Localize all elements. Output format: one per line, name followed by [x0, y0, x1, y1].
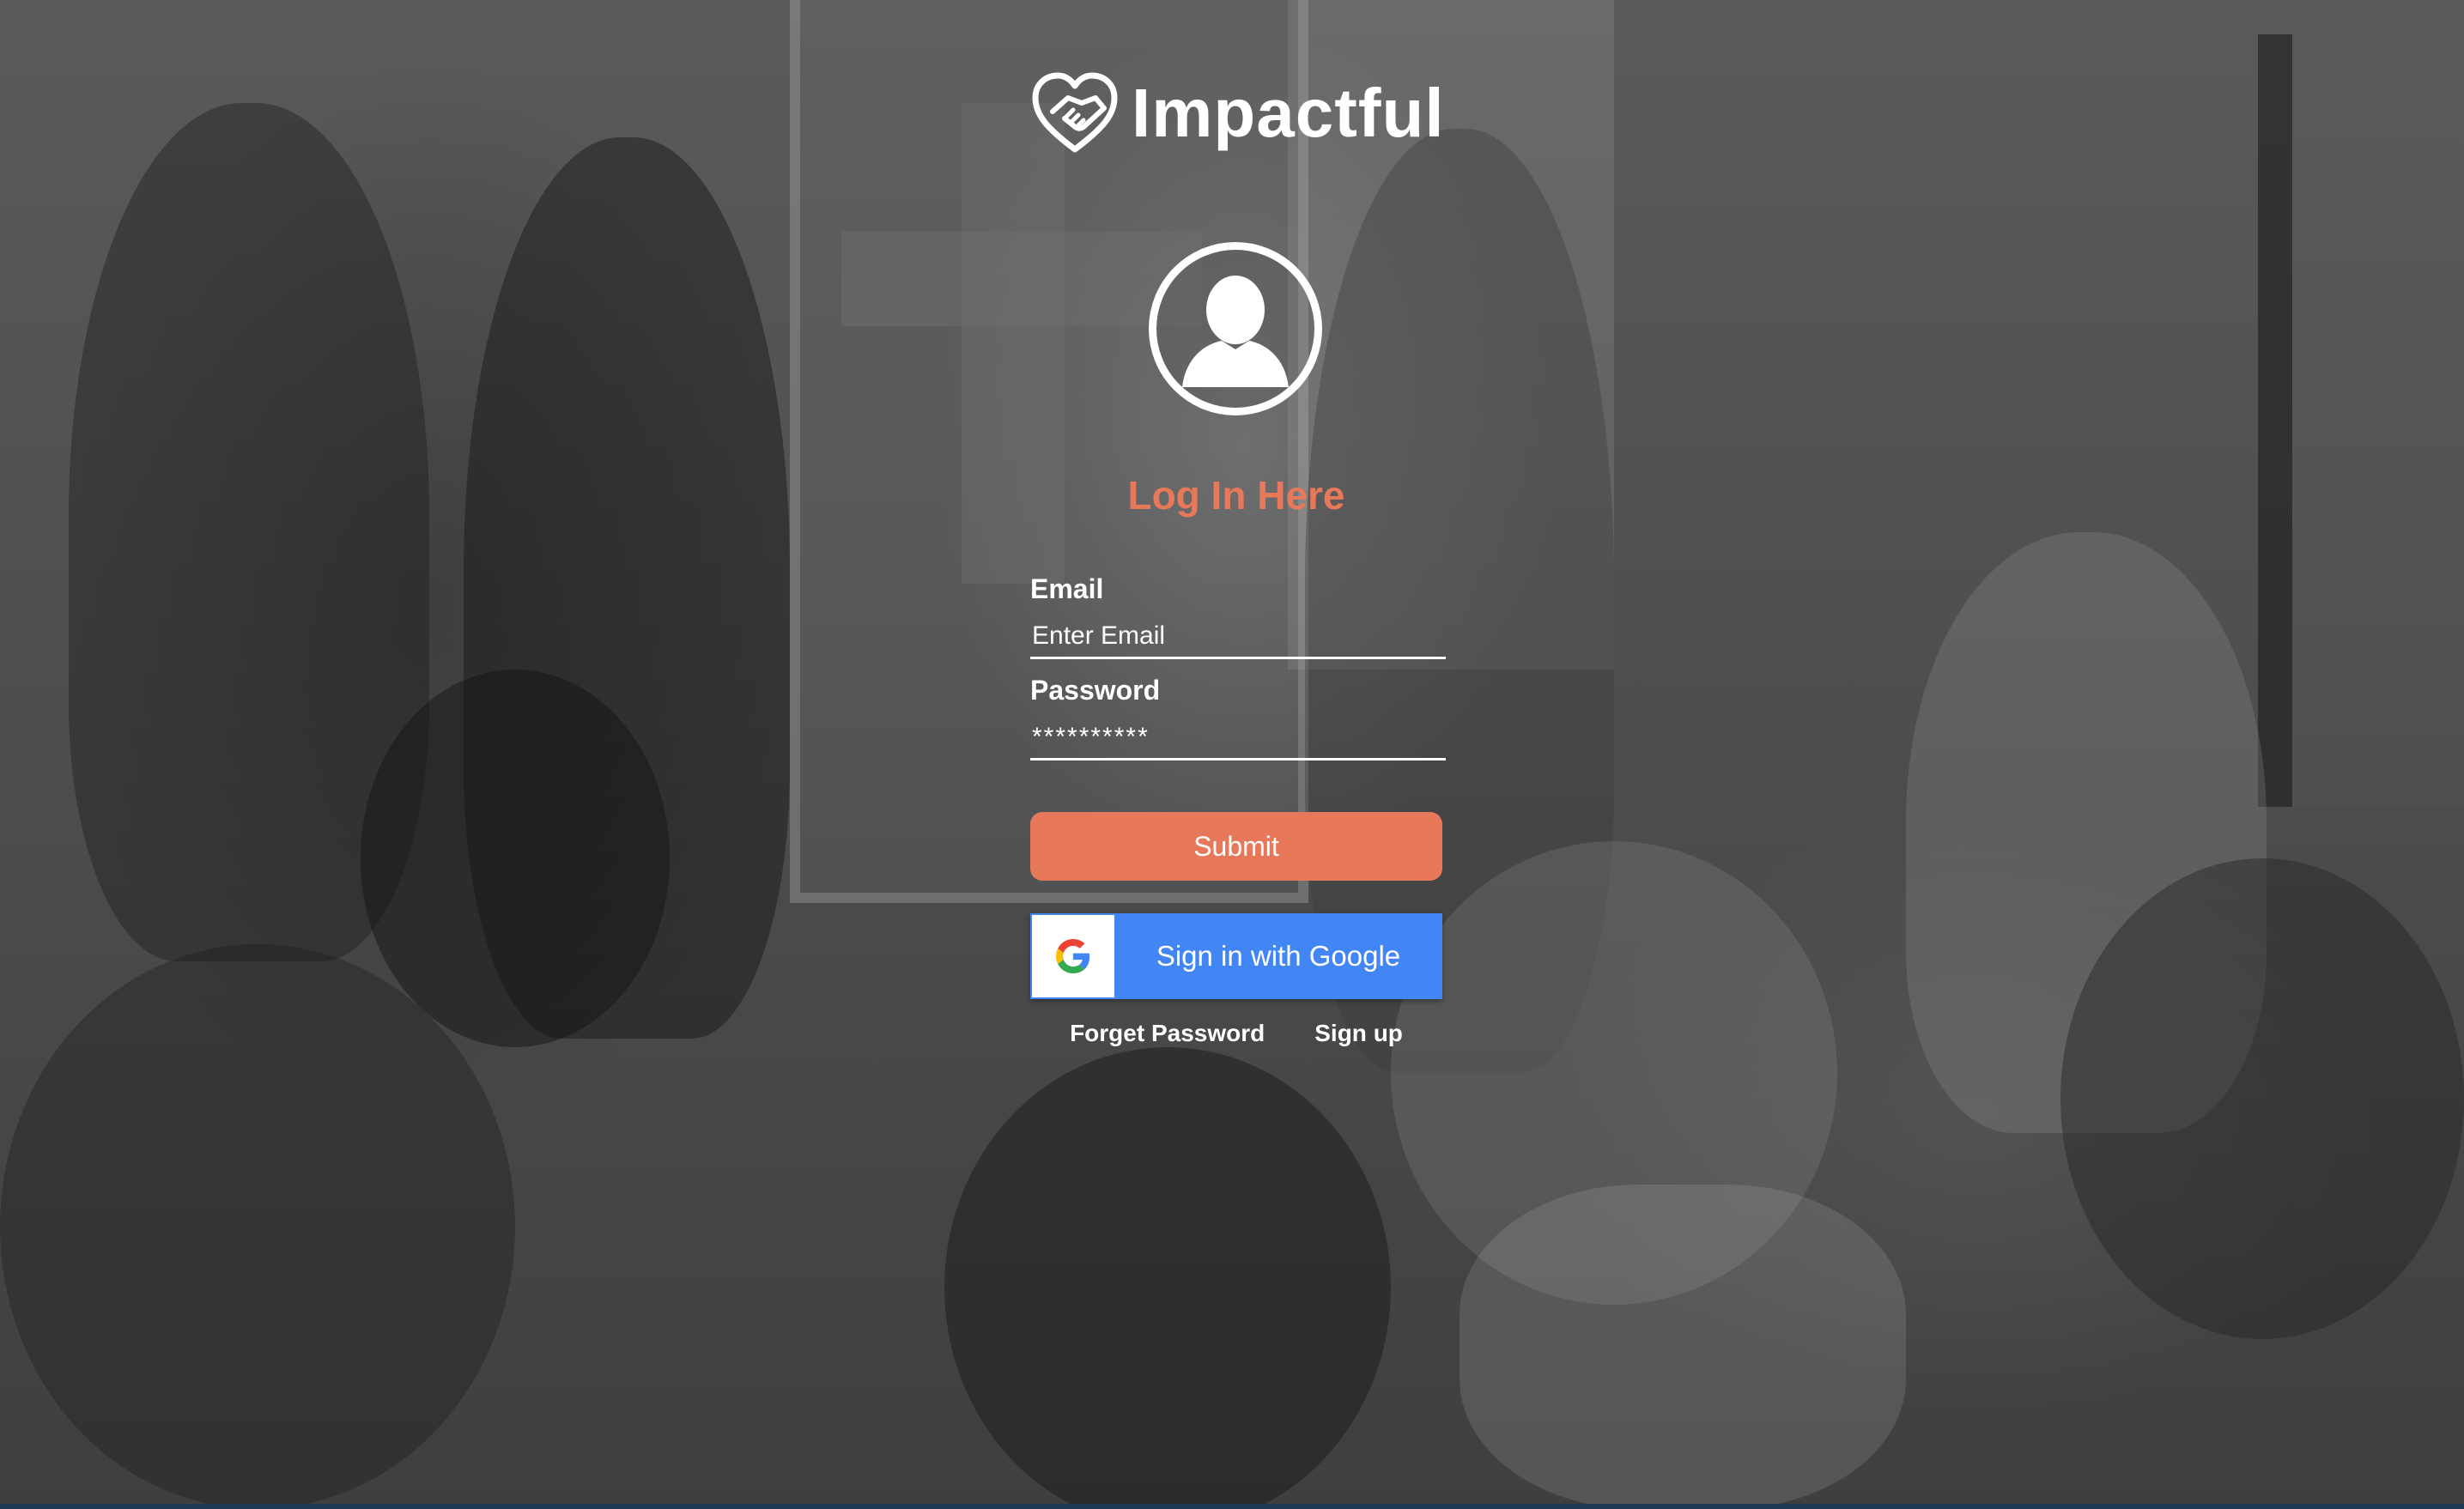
email-field[interactable]: [1030, 616, 1446, 659]
auth-links: Forget Password Sign up: [1030, 1020, 1442, 1047]
brand-name: Impactful: [1132, 75, 1445, 151]
google-signin-label: Sign in with Google: [1156, 940, 1401, 972]
login-heading: Log In Here: [1127, 473, 1345, 518]
heart-handshake-icon: [1030, 72, 1120, 155]
bottom-border: [0, 1504, 2464, 1509]
google-signin-button[interactable]: Sign in with Google: [1030, 913, 1442, 999]
forgot-password-link[interactable]: Forget Password: [1070, 1020, 1265, 1047]
login-page: Impactful Log In Here Email Password Sub…: [0, 0, 2464, 1509]
background-cross-bar: [841, 232, 1202, 326]
background-head: [1460, 1185, 1906, 1509]
email-label: Email: [1030, 573, 1104, 604]
background-door: [2258, 34, 2464, 807]
google-g-icon: [1032, 915, 1114, 997]
brand-logo: Impactful: [1030, 69, 1445, 158]
user-avatar-icon: [1149, 242, 1322, 415]
background-head: [0, 944, 515, 1509]
submit-button[interactable]: Submit: [1030, 812, 1442, 881]
password-field[interactable]: [1030, 718, 1446, 761]
background-head: [944, 1047, 1391, 1509]
background-head: [2060, 858, 2464, 1339]
background-head: [361, 670, 670, 1047]
signup-link[interactable]: Sign up: [1314, 1020, 1403, 1047]
password-label: Password: [1030, 675, 1161, 706]
